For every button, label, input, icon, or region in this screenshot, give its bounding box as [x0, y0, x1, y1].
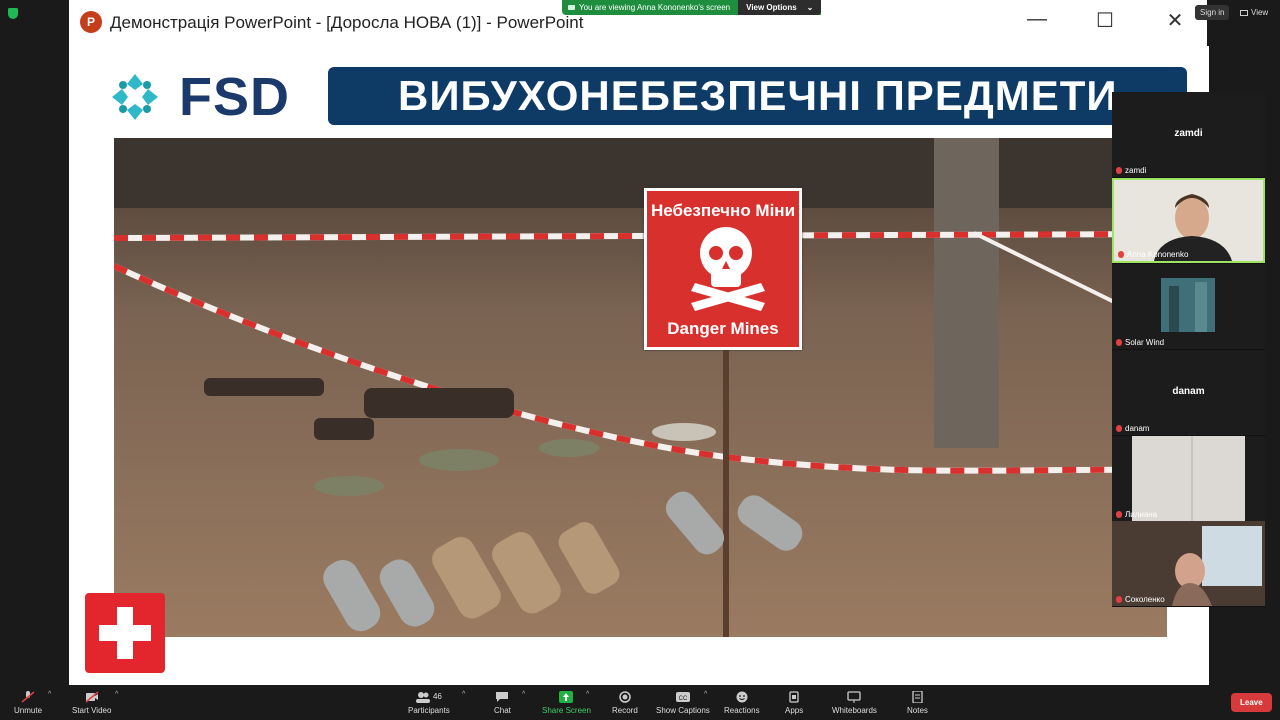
apps-icon	[789, 690, 799, 703]
close-button[interactable]: ✕	[1160, 8, 1190, 33]
swiss-flag-icon	[85, 593, 165, 673]
start-video-label: Start Video	[72, 705, 112, 715]
view-button[interactable]: View	[1236, 5, 1272, 20]
sign-text-english: Danger Mines	[667, 319, 779, 338]
participant-tile[interactable]: danam danam	[1112, 350, 1265, 435]
participant-display-name: danam	[1172, 386, 1205, 397]
muted-mic-icon	[1116, 339, 1122, 346]
captions-options-caret[interactable]: ^	[704, 691, 707, 698]
slide: FSD ВИБУХОНЕБЕЗПЕЧНІ ПРЕДМЕТИ Небезпечно…	[69, 46, 1209, 685]
window-title: Демонстрація PowerPoint - [Доросла НОВА …	[110, 13, 584, 32]
sign-in-button[interactable]: Sign in	[1195, 5, 1230, 20]
chat-label: Chat	[494, 705, 511, 715]
reactions-button[interactable]: Reactions	[724, 685, 760, 720]
view-label: View	[1251, 8, 1269, 17]
participant-tile-active-speaker[interactable]: Anna Kononenko	[1112, 178, 1265, 263]
participants-count: 46	[432, 692, 442, 701]
svg-text:CC: CC	[679, 696, 688, 702]
shared-screen: P Демонстрація PowerPoint - [Доросла НОВ…	[69, 0, 1209, 685]
view-options-button[interactable]: View Options ⌄	[738, 0, 822, 15]
participants-button[interactable]: 46 Participants	[408, 685, 450, 720]
apps-button[interactable]: Apps	[785, 685, 803, 720]
minimize-button[interactable]: —	[1022, 8, 1052, 31]
muted-mic-icon	[1116, 425, 1122, 432]
muted-mic-icon	[1116, 596, 1122, 603]
photo-scene	[114, 138, 1167, 637]
participant-name: Лилиана	[1125, 510, 1158, 519]
show-captions-button[interactable]: CC Show Captions	[656, 685, 710, 720]
participants-options-caret[interactable]: ^	[462, 691, 465, 698]
notes-button[interactable]: Notes	[907, 685, 928, 720]
participant-avatar	[1161, 278, 1215, 332]
view-options-label: View Options	[746, 3, 797, 12]
powerpoint-icon: P	[80, 11, 102, 33]
participant-name: danam	[1125, 424, 1150, 433]
record-label: Record	[612, 705, 638, 715]
share-screen-label: Share Screen	[542, 705, 591, 715]
participant-name: Anna Kononenko	[1127, 250, 1189, 259]
reactions-smiley-icon	[736, 691, 748, 702]
camera-off-icon	[85, 690, 99, 703]
participant-name: Соколенко	[1125, 595, 1165, 604]
chat-options-caret[interactable]: ^	[522, 691, 525, 698]
viewing-banner: You are viewing Anna Kononenko's screen …	[562, 0, 822, 15]
participant-name: Solar Wind	[1125, 338, 1165, 347]
participant-tile[interactable]: Лилиана	[1112, 436, 1265, 521]
security-shield-icon[interactable]	[8, 8, 18, 19]
chat-button[interactable]: Chat	[494, 685, 511, 720]
grid-view-icon	[1240, 9, 1248, 16]
unmute-button[interactable]: Unmute	[14, 685, 42, 720]
participant-video	[1114, 180, 1263, 261]
fsd-logo-text: FSD	[179, 67, 290, 127]
start-video-button[interactable]: Start Video	[72, 685, 111, 720]
closed-captions-icon: CC	[675, 691, 690, 702]
apps-label: Apps	[785, 705, 804, 715]
participant-tile[interactable]: zamdi zamdi	[1112, 92, 1265, 177]
chevron-down-icon: ⌄	[806, 3, 814, 12]
video-options-caret[interactable]: ^	[115, 691, 118, 698]
maximize-button[interactable]: ☐	[1090, 8, 1120, 33]
participant-video	[1112, 521, 1265, 606]
participants-icon	[415, 691, 430, 703]
muted-mic-icon	[1116, 511, 1122, 518]
share-options-caret[interactable]: ^	[586, 691, 589, 698]
whiteboard-icon	[847, 690, 862, 703]
audio-options-caret[interactable]: ^	[48, 691, 51, 698]
unmute-label: Unmute	[14, 705, 43, 715]
muted-mic-icon	[1116, 167, 1122, 174]
participant-gallery[interactable]: zamdi zamdi Anna Kononenko Solar Wind da…	[1112, 92, 1265, 607]
participants-label: Participants	[408, 705, 450, 715]
whiteboards-label: Whiteboards	[832, 705, 877, 715]
muted-mic-icon	[1118, 251, 1124, 258]
minefield-photo: Небезпечно Міни Danger Mines	[114, 138, 1167, 637]
reactions-label: Reactions	[724, 705, 760, 715]
skull-icon	[691, 227, 765, 311]
participant-tile[interactable]: Solar Wind	[1112, 264, 1265, 349]
notes-label: Notes	[907, 705, 928, 715]
sign-text-ukrainian: Небезпечно Міни	[650, 201, 796, 220]
microphone-muted-icon	[21, 690, 35, 703]
slide-heading: ВИБУХОНЕБЕЗПЕЧНІ ПРЕДМЕТИ	[328, 67, 1187, 125]
share-screen-icon	[559, 690, 574, 703]
fsd-logo-icon	[112, 74, 158, 120]
participant-name: zamdi	[1125, 166, 1147, 175]
meeting-toolbar: Unmute ^ Start Video ^ 46 Participants ^…	[0, 685, 1280, 720]
whiteboards-button[interactable]: Whiteboards	[832, 685, 877, 720]
danger-mines-sign: Небезпечно Міни Danger Mines	[644, 188, 802, 350]
notes-icon	[912, 690, 924, 703]
participant-video	[1132, 436, 1245, 521]
leave-button[interactable]: Leave	[1231, 693, 1272, 712]
participant-tile[interactable]: Соколенко	[1112, 521, 1265, 606]
share-screen-button[interactable]: Share Screen	[542, 685, 591, 720]
chat-icon	[496, 691, 509, 702]
participant-display-name: zamdi	[1174, 128, 1203, 139]
record-icon	[619, 690, 631, 703]
record-button[interactable]: Record	[612, 685, 638, 720]
show-captions-label: Show Captions	[656, 705, 710, 715]
viewing-text: You are viewing Anna Kononenko's screen	[579, 3, 731, 12]
screen-share-icon	[568, 5, 575, 10]
